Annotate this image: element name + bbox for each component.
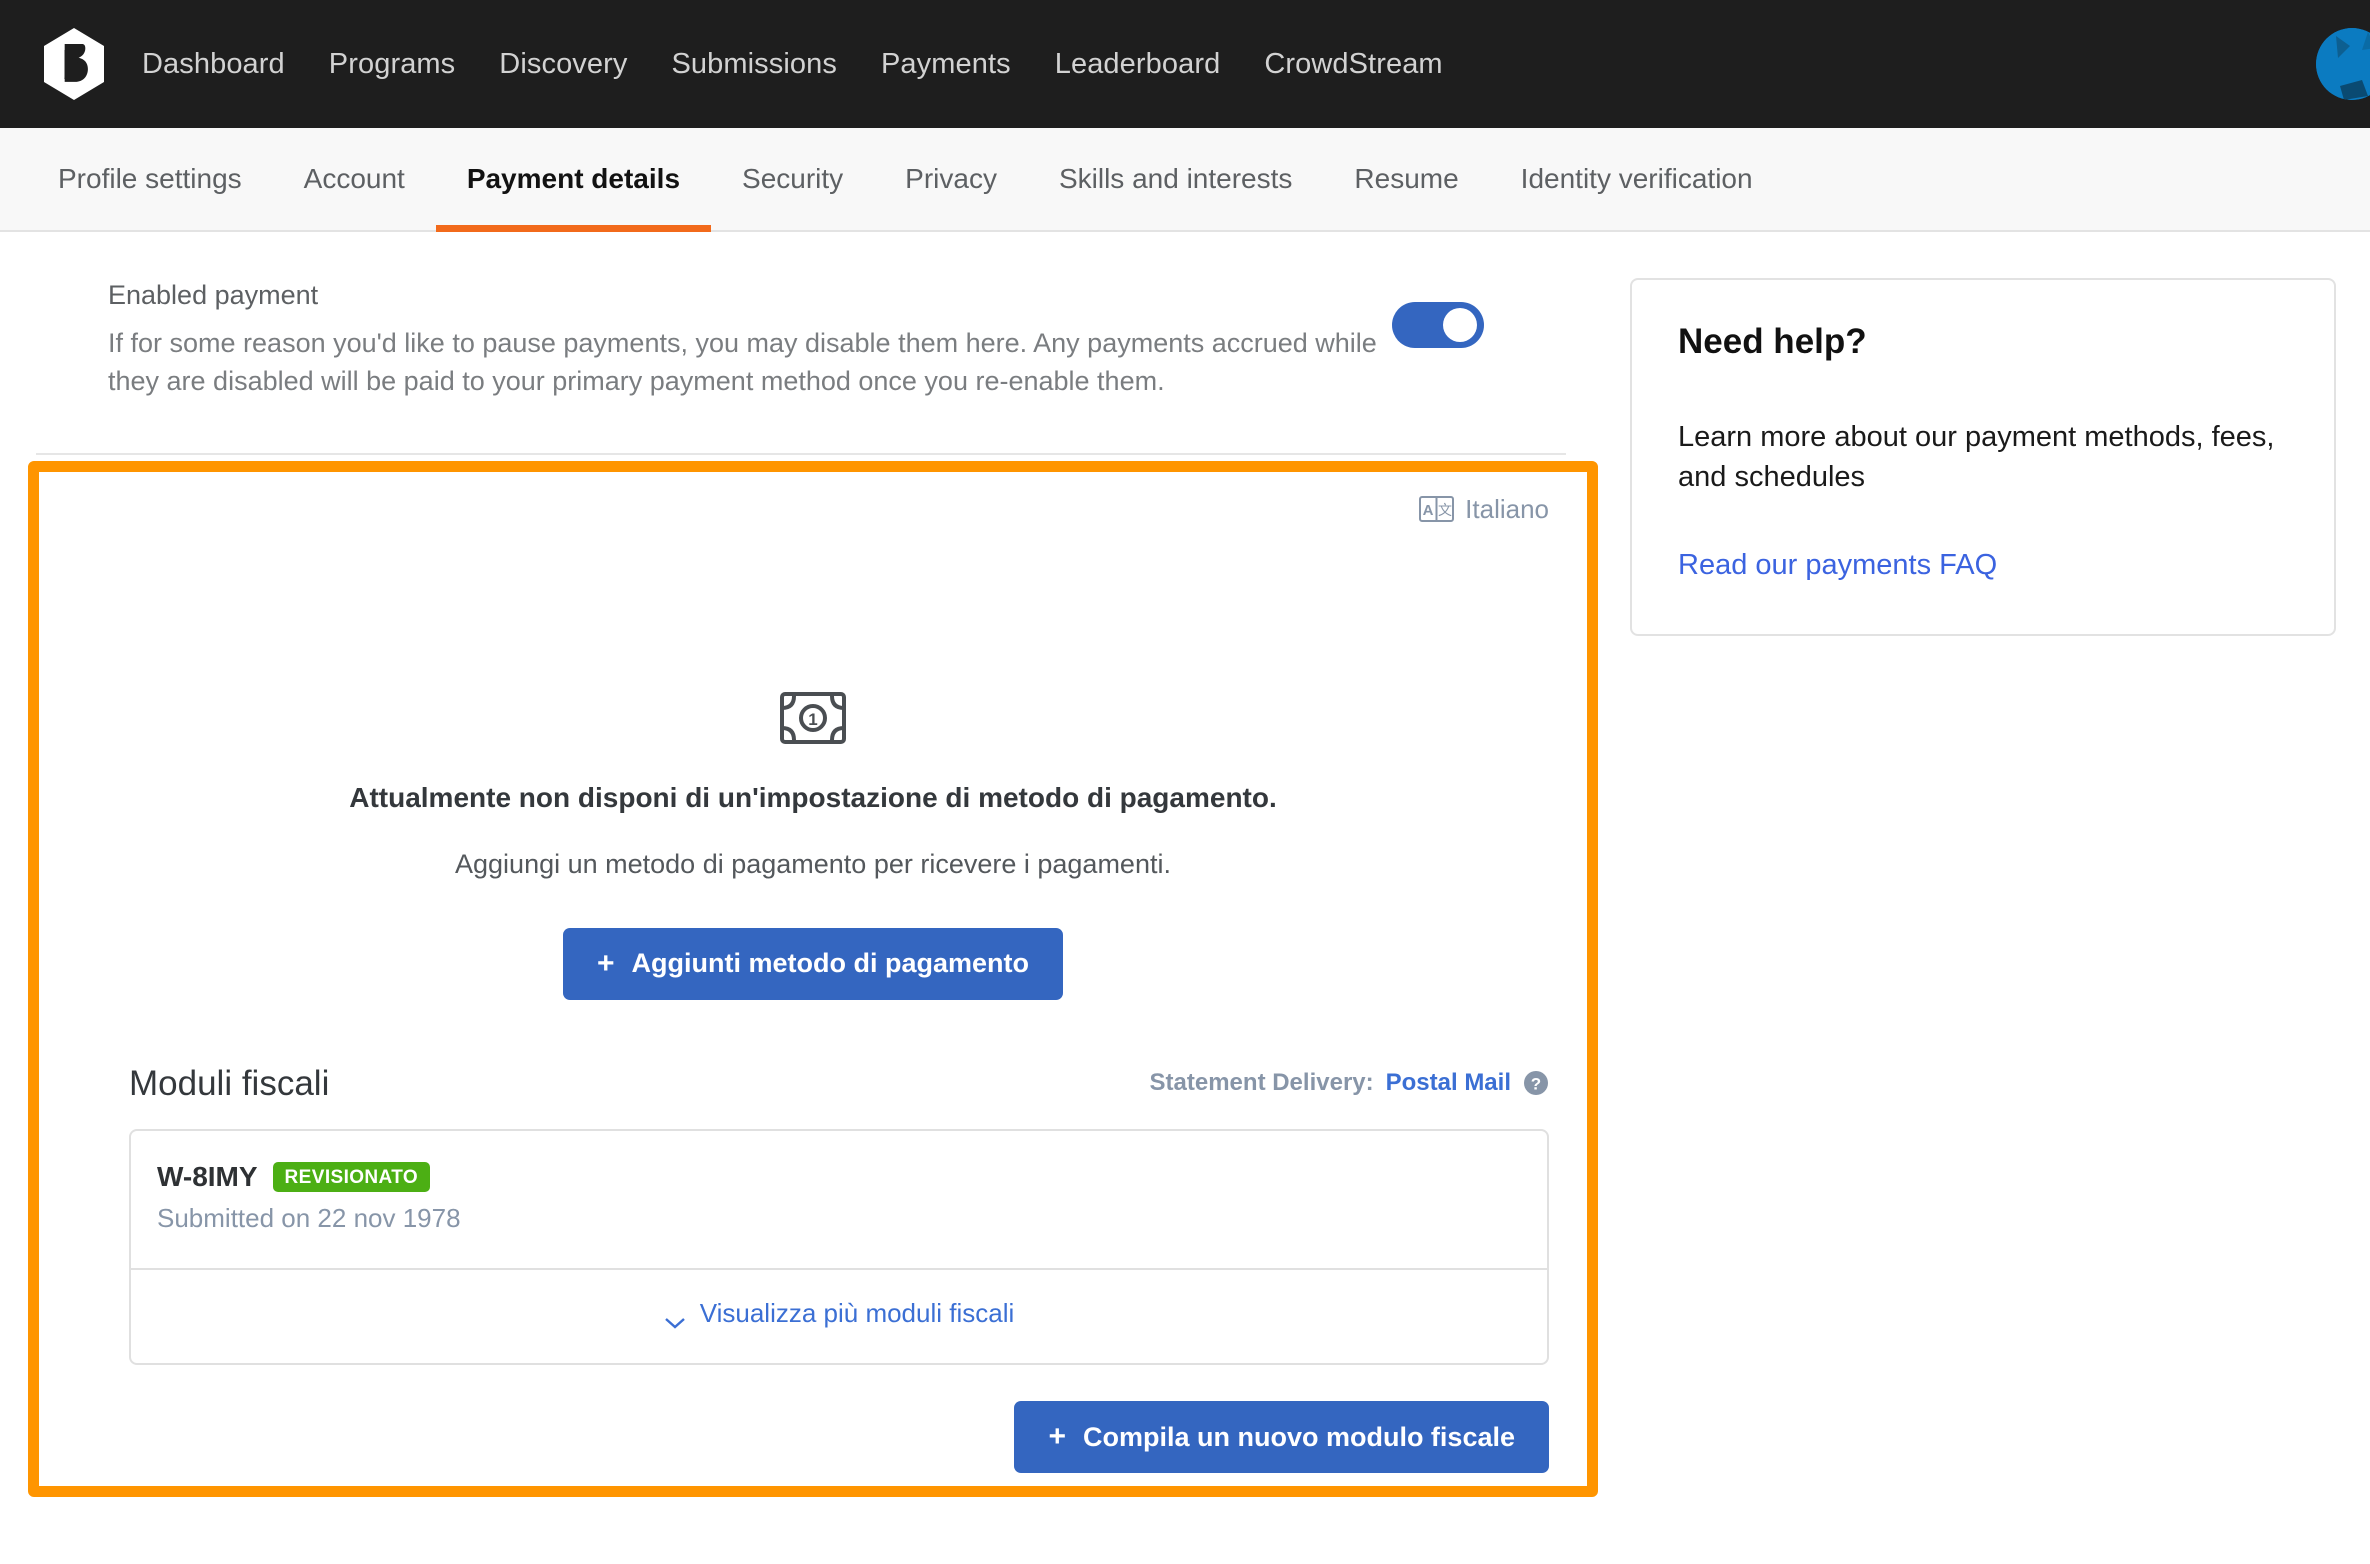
nav-link-payments[interactable]: Payments [881,48,1011,81]
svg-text:?: ? [1531,1074,1541,1093]
enabled-payment-title: Enabled payment [108,280,319,310]
nav-link-dashboard[interactable]: Dashboard [142,48,285,81]
need-help-body: Learn more about our payment methods, fe… [1678,421,2275,494]
primary-nav-links: Dashboard Programs Discovery Submissions… [142,48,1443,81]
view-more-tax-forms-link[interactable]: Visualizza più moduli fiscali [664,1297,1015,1329]
nav-link-leaderboard[interactable]: Leaderboard [1055,48,1221,81]
tax-form-row-top: W-8IMY REVISIONATO [157,1161,1517,1193]
tax-form-row[interactable]: W-8IMY REVISIONATO Submitted on 22 nov 1… [131,1131,1547,1268]
sidebar-column: Need help? Learn more about our payment … [1614,232,2370,637]
svg-text:A: A [1423,502,1434,519]
payments-faq-link[interactable]: Read our payments FAQ [1678,549,1997,581]
tab-skills-and-interests[interactable]: Skills and interests [1028,128,1323,230]
status-badge: REVISIONATO [272,1161,431,1192]
enabled-payment-text: Enabled payment If for some reason you'd… [108,280,1392,401]
tab-label: Account [303,163,405,194]
empty-state-title: Attualmente non disponi di un'impostazio… [349,781,1277,813]
statement-delivery-label: Statement Delivery: [1149,1068,1374,1096]
need-help-card: Need help? Learn more about our payment … [1630,278,2336,637]
tab-account[interactable]: Account [273,128,436,230]
tax-form-name: W-8IMY [157,1160,258,1192]
svg-text:文: 文 [1438,503,1452,519]
tab-label: Security [742,163,844,194]
add-payment-method-label: Aggiunti metodo di pagamento [631,948,1029,979]
plus-icon: + [1048,1420,1066,1454]
language-indicator[interactable]: A 文 Italiano [69,472,1557,525]
enabled-payment-toggle-wrap [1392,280,1566,348]
user-avatar[interactable] [2316,28,2370,100]
nav-link-submissions[interactable]: Submissions [671,48,837,81]
tab-identity-verification[interactable]: Identity verification [1490,128,1784,230]
tax-forms-actions: + Compila un nuovo modulo fiscale [69,1365,1557,1474]
main-column: Enabled payment If for some reason you'd… [0,232,1614,1497]
svg-text:b: b [62,44,86,88]
tab-security[interactable]: Security [711,128,874,230]
settings-tab-bar: Profile settings Account Payment details… [0,128,2370,232]
view-more-tax-forms-label: Visualizza più moduli fiscali [699,1297,1015,1328]
tax-forms-header: Moduli fiscali Statement Delivery: Posta… [69,1000,1557,1104]
tax-forms-card: W-8IMY REVISIONATO Submitted on 22 nov 1… [129,1128,1549,1366]
nav-link-discovery[interactable]: Discovery [499,48,627,81]
tab-resume[interactable]: Resume [1323,128,1489,230]
tab-privacy[interactable]: Privacy [874,128,1028,230]
svg-text:1: 1 [808,710,817,729]
bugcrowd-logo-icon[interactable]: b [36,26,112,102]
tab-label: Resume [1354,163,1459,194]
chevron-down-icon [664,1306,686,1329]
tab-label: Identity verification [1520,163,1753,194]
section-divider [36,452,1566,455]
page-content: Enabled payment If for some reason you'd… [0,232,2370,1562]
question-mark-circle-icon[interactable]: ? [1523,1070,1549,1096]
top-navigation-bar: b Dashboard Programs Discovery Submissio… [0,0,2370,128]
enabled-payment-description: If for some reason you'd like to pause p… [108,328,1377,397]
tab-label: Profile settings [58,163,242,194]
tab-label: Privacy [905,163,997,194]
tab-label: Skills and interests [1058,163,1293,194]
tab-label: Payment details [466,163,681,194]
language-label: Italiano [1465,493,1549,524]
plus-icon: + [596,946,615,980]
enabled-payment-toggle[interactable] [1392,302,1484,348]
nav-link-crowdstream[interactable]: CrowdStream [1264,48,1442,81]
banknote-icon: 1 [780,691,846,744]
tab-profile-settings[interactable]: Profile settings [58,128,273,230]
tax-forms-expand-row: Visualizza più moduli fiscali [131,1267,1547,1364]
statement-delivery-value[interactable]: Postal Mail [1386,1069,1511,1097]
new-tax-form-label: Compila un nuovo modulo fiscale [1082,1421,1515,1452]
toggle-knob [1443,308,1477,342]
payment-method-empty-state: 1 Attualmente non disponi di un'impostaz… [69,525,1557,1000]
new-tax-form-button[interactable]: + Compila un nuovo modulo fiscale [1014,1401,1549,1474]
tax-forms-title: Moduli fiscali [129,1063,330,1103]
add-payment-method-button[interactable]: + Aggiunti metodo di pagamento [562,927,1063,1000]
translate-icon: A 文 [1419,496,1455,523]
tab-payment-details[interactable]: Payment details [435,128,712,232]
nav-link-programs[interactable]: Programs [329,48,456,81]
tax-form-submitted-date: Submitted on 22 nov 1978 [157,1202,461,1233]
payment-methods-highlight-box: A 文 Italiano 1 Attualmente non disponi d… [28,460,1598,1497]
statement-delivery: Statement Delivery: Postal Mail ? [1150,1069,1549,1104]
enabled-payment-section: Enabled payment If for some reason you'd… [0,232,1614,401]
need-help-title: Need help? [1678,322,1867,361]
empty-state-subtitle: Aggiungi un metodo di pagamento per rice… [455,848,1171,879]
